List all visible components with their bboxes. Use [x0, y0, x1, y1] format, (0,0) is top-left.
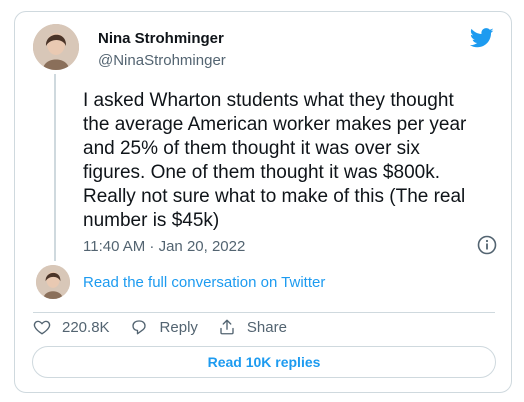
read-replies-button[interactable]: Read 10K replies	[32, 346, 496, 378]
thread-line	[54, 74, 56, 261]
share-label: Share	[246, 318, 287, 336]
author-handle[interactable]: @NinaStrohminger	[98, 52, 226, 69]
tweet-text: I asked Wharton students what they thoug…	[83, 90, 467, 231]
share-button[interactable]: Share	[218, 318, 287, 336]
read-conversation-link[interactable]: Read the full conversation on Twitter	[83, 274, 325, 291]
reply-button[interactable]: Reply	[130, 318, 198, 336]
tweet-actions: 220.8K Reply Share	[33, 318, 307, 336]
tweet-timestamp[interactable]: 11:40 AM · Jan 20, 2022	[83, 238, 245, 255]
share-icon	[220, 319, 234, 335]
conversation-avatar[interactable]	[36, 265, 70, 299]
info-icon[interactable]	[477, 235, 497, 255]
heart-icon	[33, 320, 51, 335]
like-button[interactable]: 220.8K	[33, 318, 110, 336]
tweet-card: Nina Strohminger @NinaStrohminger I aske…	[14, 11, 512, 393]
twitter-bird-icon[interactable]	[470, 28, 494, 48]
author-name[interactable]: Nina Strohminger	[98, 30, 224, 47]
reply-icon	[131, 320, 146, 335]
divider	[33, 312, 495, 313]
author-avatar[interactable]	[33, 24, 79, 70]
like-count: 220.8K	[62, 318, 110, 336]
reply-label: Reply	[159, 318, 198, 336]
